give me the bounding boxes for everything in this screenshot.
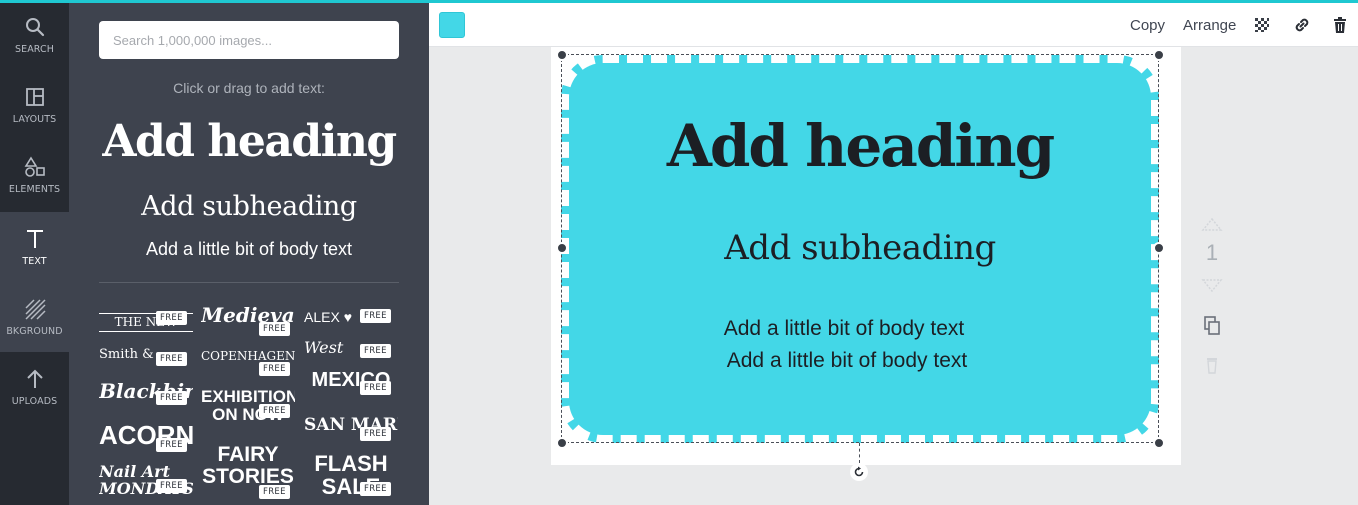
add-subheading-option[interactable]: Add subheading (69, 191, 429, 222)
free-badge: FREE (156, 391, 187, 405)
free-badge: FREE (156, 438, 187, 452)
free-badge: FREE (360, 381, 391, 395)
canvas-body-text[interactable]: Add a little bit of body text (548, 349, 1146, 373)
rotate-connector (859, 443, 860, 463)
text-template[interactable]: Smith & FREE (99, 344, 193, 384)
color-swatch-button[interactable] (439, 12, 465, 38)
free-badge: FREE (360, 309, 391, 323)
free-badge: FREE (259, 362, 290, 376)
sidebar-item-search[interactable]: SEARCH (0, 0, 69, 70)
canvas-body-text[interactable]: Add a little bit of body text (545, 317, 1143, 341)
add-heading-option[interactable]: Add heading (69, 116, 429, 167)
sidebar-item-label: SEARCH (14, 43, 55, 55)
text-template[interactable]: ACORN FREE (99, 422, 193, 462)
upload-icon (24, 368, 46, 390)
transparency-icon[interactable] (1252, 15, 1272, 35)
search-icon (24, 16, 46, 38)
free-badge: FREE (360, 427, 391, 441)
copy-button[interactable]: Copy (1130, 17, 1165, 34)
duplicate-page-icon[interactable] (1200, 315, 1224, 342)
sidebar-rail: SEARCH LAYOUTS ELEMENTS TEXT BKGROUND UP… (0, 0, 69, 505)
sidebar-item-label: TEXT (22, 255, 47, 267)
free-badge: FREE (156, 479, 187, 493)
page-up-icon[interactable] (1200, 217, 1224, 237)
editor-toolbar: Copy Arrange (429, 3, 1358, 47)
sidebar-item-text[interactable]: TEXT (0, 212, 69, 282)
text-icon (24, 228, 46, 250)
text-template[interactable]: Blackbird FREE (99, 381, 193, 421)
sidebar-item-uploads[interactable]: UPLOADS (0, 352, 69, 422)
text-template[interactable]: Medieval FREE (201, 305, 295, 345)
text-template[interactable]: COPENHAGEN FREE (201, 347, 295, 387)
trash-icon[interactable] (1330, 15, 1350, 35)
text-panel: Click or drag to add text: Add heading A… (69, 0, 429, 505)
text-template[interactable]: SAN MARINO FREE (304, 413, 398, 453)
page-number: 1 (1205, 240, 1219, 265)
panel-hint: Click or drag to add text: (173, 80, 325, 96)
resize-handle-bottom-right[interactable] (1153, 437, 1165, 449)
sidebar-item-label: BKGROUND (6, 325, 63, 337)
canvas-heading[interactable]: Add heading (561, 112, 1159, 180)
sidebar-item-label: UPLOADS (11, 395, 58, 407)
link-icon[interactable] (1292, 15, 1312, 35)
text-template[interactable]: THE NEW FREE (99, 305, 193, 345)
text-template[interactable]: MEXICO FREE (304, 370, 398, 410)
free-badge: FREE (360, 344, 391, 358)
top-accent-bar (0, 0, 1358, 3)
free-badge: FREE (156, 311, 187, 325)
sidebar-item-background[interactable]: BKGROUND (0, 282, 69, 352)
resize-handle-bottom-left[interactable] (556, 437, 568, 449)
text-template[interactable]: FAIRY STORIES FREE (201, 444, 295, 505)
add-body-text-option[interactable]: Add a little bit of body text (69, 239, 429, 260)
layouts-icon (24, 86, 46, 108)
search-input[interactable] (99, 21, 399, 59)
sidebar-item-label: ELEMENTS (8, 183, 61, 195)
text-template[interactable]: Nail Art MONDAYS FREE (99, 464, 193, 504)
resize-handle-top-right[interactable] (1153, 49, 1165, 61)
rotate-icon[interactable] (850, 463, 868, 481)
text-template[interactable]: FLASH SALE FREE (304, 452, 398, 505)
resize-handle-top-left[interactable] (556, 49, 568, 61)
background-icon (24, 298, 46, 320)
free-badge: FREE (360, 482, 391, 496)
canvas-subheading[interactable]: Add subheading (561, 228, 1159, 268)
delete-page-icon[interactable] (1200, 355, 1224, 380)
sidebar-item-elements[interactable]: ELEMENTS (0, 140, 69, 210)
panel-divider (99, 282, 399, 283)
free-badge: FREE (156, 352, 187, 366)
arrange-button[interactable]: Arrange (1183, 17, 1236, 34)
sidebar-item-layouts[interactable]: LAYOUTS (0, 70, 69, 140)
free-badge: FREE (259, 485, 290, 499)
text-template[interactable]: EXHIBITION ON NOW FREE (201, 388, 295, 428)
free-badge: FREE (259, 322, 290, 336)
sidebar-item-label: LAYOUTS (12, 113, 57, 125)
free-badge: FREE (259, 404, 290, 418)
elements-icon (24, 155, 46, 178)
page-down-icon[interactable] (1200, 278, 1224, 297)
